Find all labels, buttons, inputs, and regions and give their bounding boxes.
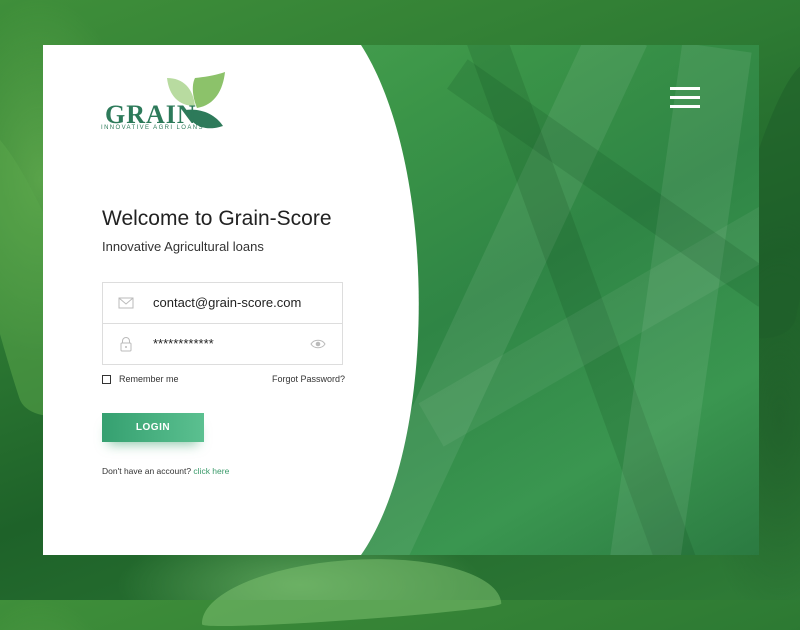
menu-bar — [670, 105, 700, 108]
menu-bar — [670, 96, 700, 99]
email-field[interactable]: contact@grain-score.com — [102, 282, 343, 324]
page-title: Welcome to Grain-Score — [102, 207, 332, 230]
login-button[interactable]: LOGIN — [102, 413, 204, 442]
remember-me[interactable]: Remember me — [102, 374, 179, 384]
brand-tagline: INNOVATIVE AGRI LOANS — [101, 125, 204, 131]
remember-checkbox[interactable] — [102, 375, 111, 384]
lock-icon — [118, 336, 134, 352]
menu-bar — [670, 87, 700, 90]
eye-icon[interactable] — [310, 337, 326, 351]
hamburger-menu-icon[interactable] — [670, 87, 700, 111]
background-leaf — [198, 549, 502, 630]
email-value[interactable]: contact@grain-score.com — [153, 295, 301, 310]
password-value[interactable]: ************ — [153, 336, 214, 351]
remember-label: Remember me — [119, 374, 179, 384]
signup-link[interactable]: click here — [193, 466, 229, 476]
login-card: GRAIN INNOVATIVE AGRI LOANS Welcome to G… — [43, 45, 759, 555]
signup-prompt: Don't have an account? click here — [102, 466, 229, 476]
password-field[interactable]: ************ — [102, 323, 343, 365]
envelope-icon — [118, 295, 134, 311]
page-subtitle: Innovative Agricultural loans — [102, 239, 264, 254]
forgot-password-link[interactable]: Forgot Password? — [272, 374, 345, 384]
signup-text: Don't have an account? — [102, 466, 194, 476]
